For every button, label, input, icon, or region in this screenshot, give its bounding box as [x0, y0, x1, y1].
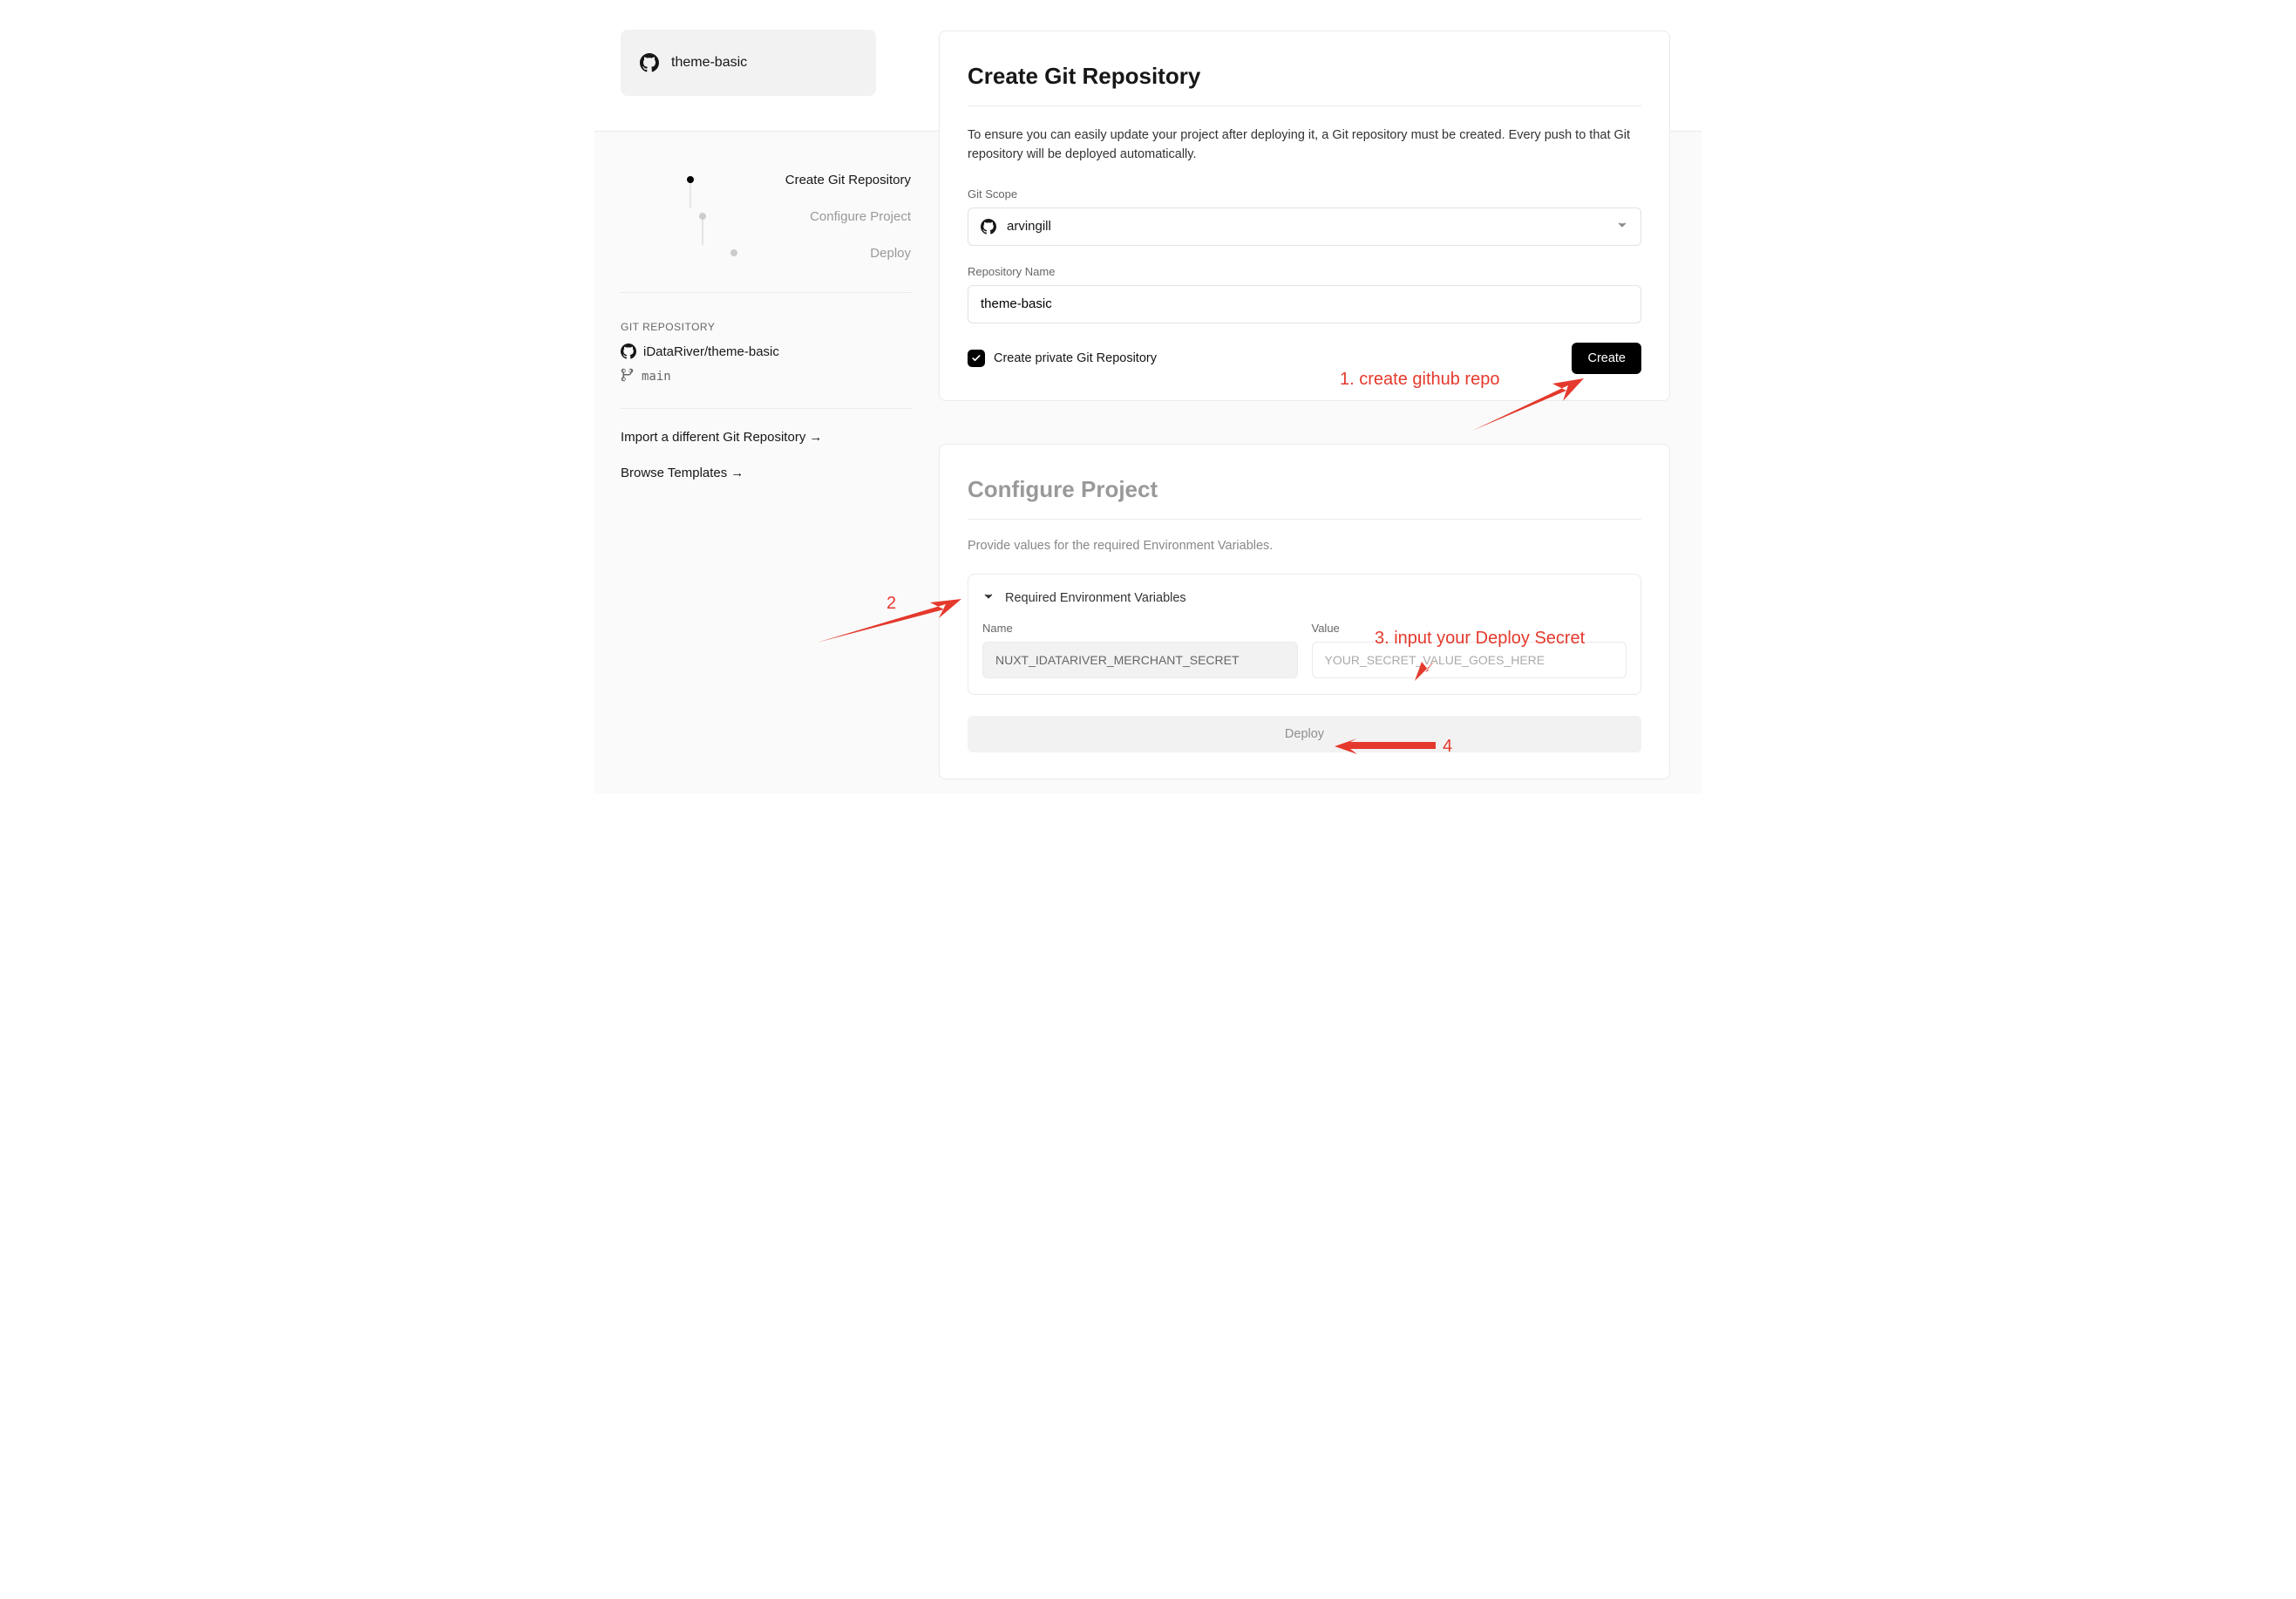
card-title: Configure Project: [968, 476, 1641, 503]
step-list: Create Git Repository Configure Project …: [621, 158, 913, 293]
private-repo-label: Create private Git Repository: [994, 351, 1157, 365]
create-button[interactable]: Create: [1572, 343, 1641, 374]
arrow-right-icon: →: [809, 430, 822, 445]
card-description: Provide values for the required Environm…: [968, 539, 1641, 553]
repo-name-label: Repository Name: [968, 265, 1641, 278]
card-description: To ensure you can easily update your pro…: [968, 126, 1641, 165]
env-vars-panel: Required Environment Variables Name NUXT…: [968, 574, 1641, 695]
chevron-down-icon: [1616, 219, 1628, 234]
repo-full-name[interactable]: iDataRiver/theme-basic: [621, 344, 913, 359]
github-icon: [621, 344, 636, 359]
branch-name: main: [621, 368, 913, 385]
configure-project-card: Configure Project Provide values for the…: [939, 444, 1670, 779]
browse-templates-link[interactable]: Browse Templates→: [621, 466, 913, 480]
env-name-label: Name: [982, 622, 1298, 635]
deploy-button[interactable]: Deploy: [968, 716, 1641, 752]
arrow-right-icon: →: [730, 466, 744, 480]
checkbox-checked-icon: [968, 350, 985, 367]
chevron-down-icon: [982, 590, 995, 606]
branch-icon: [621, 368, 635, 385]
project-chip: theme-basic: [621, 30, 876, 96]
env-vars-toggle[interactable]: Required Environment Variables: [982, 590, 1627, 606]
sidebar: Create Git Repository Configure Project …: [594, 132, 939, 793]
git-scope-label: Git Scope: [968, 187, 1641, 201]
import-repo-link[interactable]: Import a different Git Repository→: [621, 430, 913, 445]
private-repo-checkbox[interactable]: Create private Git Repository: [968, 350, 1157, 367]
step-dot-icon: [730, 249, 737, 256]
github-icon: [640, 53, 659, 72]
main-content: Create Git Repository To ensure you can …: [939, 132, 1702, 793]
step-dot-icon: [687, 176, 694, 183]
env-name-field: NUXT_IDATARIVER_MERCHANT_SECRET: [982, 642, 1298, 678]
card-title: Create Git Repository: [968, 63, 1641, 90]
git-repository-heading: GIT REPOSITORY: [621, 321, 913, 333]
env-value-label: Value: [1312, 622, 1627, 635]
github-icon: [981, 219, 996, 235]
step-create-repo[interactable]: Create Git Repository: [621, 161, 913, 198]
step-configure-project[interactable]: Configure Project: [621, 198, 913, 235]
project-name: theme-basic: [671, 55, 747, 71]
git-scope-select[interactable]: arvingill: [968, 208, 1641, 246]
create-git-repo-card: Create Git Repository To ensure you can …: [939, 31, 1670, 401]
step-deploy[interactable]: Deploy: [621, 235, 913, 271]
step-dot-icon: [699, 213, 706, 220]
repo-name-input[interactable]: [968, 285, 1641, 323]
git-scope-value: arvingill: [1007, 219, 1606, 234]
env-value-input[interactable]: [1312, 642, 1627, 678]
